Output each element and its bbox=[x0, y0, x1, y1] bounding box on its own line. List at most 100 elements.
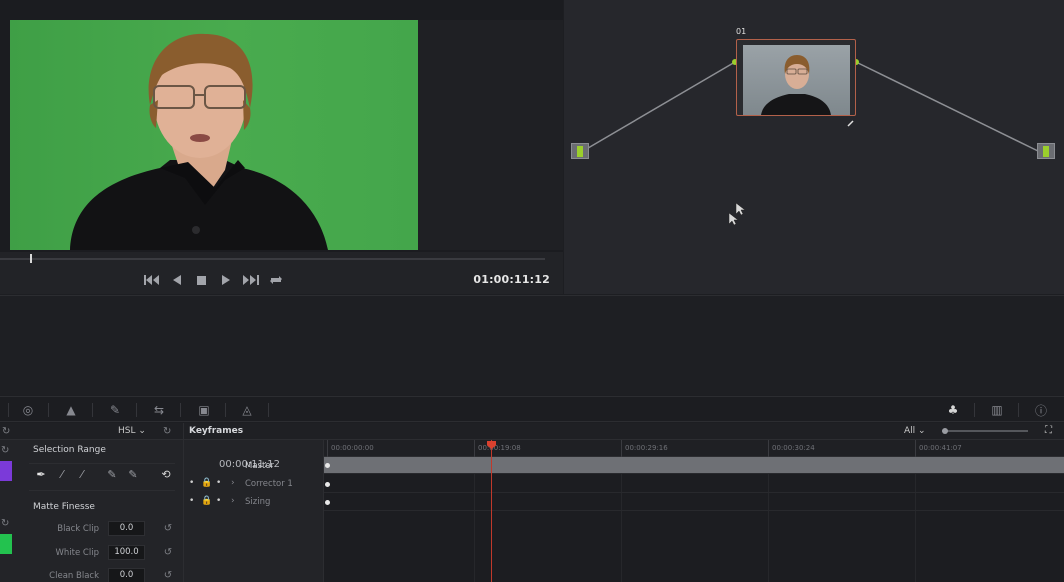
scrub-bar[interactable] bbox=[0, 258, 545, 260]
qualifier-mode-select[interactable]: HSL ⌄ bbox=[118, 426, 146, 436]
track-name: Corrector 1 bbox=[245, 479, 293, 489]
white-clip-field[interactable]: 100.0 bbox=[108, 545, 145, 560]
lock-icon[interactable]: 🔒 bbox=[201, 496, 212, 506]
wand-icon[interactable]: ✎ bbox=[106, 401, 124, 419]
reset-icon[interactable]: ↺ bbox=[162, 523, 174, 535]
lock-icon[interactable]: 🔒 bbox=[201, 478, 212, 488]
toolbar-divider bbox=[136, 403, 137, 417]
ruler-label: 00:00:41:07 bbox=[919, 444, 962, 452]
stop-button[interactable] bbox=[192, 272, 210, 288]
reset-icon[interactable]: ↻ bbox=[1, 445, 9, 456]
toolbar-divider bbox=[1018, 403, 1019, 417]
selection-range-title: Selection Range bbox=[33, 445, 106, 455]
master-track-bar[interactable] bbox=[324, 457, 1064, 474]
circle-icon[interactable]: ◎ bbox=[19, 401, 37, 419]
scope-icon[interactable]: ▥ bbox=[988, 401, 1006, 419]
picker-toolbar bbox=[29, 463, 175, 491]
node-thumbnail bbox=[743, 45, 850, 115]
feather-plus-icon[interactable]: ✎ bbox=[125, 467, 141, 483]
keyframe-filter-select[interactable]: All ⌄ bbox=[904, 426, 926, 436]
track-row-corrector-1[interactable]: • 🔒 • › Corrector 1 bbox=[184, 475, 323, 493]
viewer-panel: 01:00:11:12 bbox=[0, 0, 563, 294]
keyframe-marker[interactable] bbox=[325, 482, 330, 487]
keyframe-filter-label: All bbox=[904, 426, 916, 436]
keyframe-timeline[interactable]: 00:00:00:00 00:00:19:08 00:00:29:16 00:0… bbox=[323, 440, 1064, 582]
node-number: 01 bbox=[736, 27, 747, 36]
color-swatch-bottom[interactable] bbox=[0, 534, 12, 554]
skip-to-start-button[interactable] bbox=[142, 272, 160, 288]
play-reverse-button[interactable] bbox=[168, 272, 186, 288]
toolbar-divider bbox=[268, 403, 269, 417]
reset-icon[interactable]: ↺ bbox=[162, 570, 174, 582]
dot-icon: • bbox=[189, 496, 195, 506]
viewer-timecode: 01:00:11:12 bbox=[473, 273, 550, 286]
qualifier-reset-icon[interactable]: ↻ bbox=[163, 426, 171, 437]
track-row-master[interactable]: Master bbox=[184, 457, 323, 475]
output-port[interactable] bbox=[1037, 143, 1055, 159]
corrector-node[interactable] bbox=[736, 39, 856, 116]
loop-button[interactable] bbox=[267, 272, 285, 288]
keyframe-marker[interactable] bbox=[325, 463, 330, 468]
toolbar-divider bbox=[8, 403, 9, 417]
track-name: Master bbox=[245, 461, 275, 471]
corrector-1-track[interactable] bbox=[324, 475, 1064, 493]
play-button[interactable] bbox=[217, 272, 235, 288]
feather-minus-icon[interactable]: ✎ bbox=[104, 467, 120, 483]
reset-icon[interactable]: ↻ bbox=[1, 518, 9, 529]
reset-icon[interactable]: ↺ bbox=[162, 547, 174, 559]
info-icon[interactable]: ⓘ bbox=[1032, 401, 1050, 419]
source-input-port[interactable] bbox=[571, 143, 589, 159]
keyframe-icon[interactable]: ♣ bbox=[944, 401, 962, 419]
stop-icon bbox=[196, 275, 206, 285]
skip-to-end-button[interactable] bbox=[242, 272, 260, 288]
empty-panel bbox=[0, 295, 1064, 395]
keyframe-marker[interactable] bbox=[325, 500, 330, 505]
keyframe-zoom-handle[interactable] bbox=[942, 428, 948, 434]
dot-icon: • bbox=[216, 496, 222, 506]
video-frame[interactable] bbox=[10, 20, 418, 250]
node-editor[interactable]: 01 bbox=[564, 0, 1064, 294]
track-name: Sizing bbox=[245, 497, 271, 507]
timeline-ruler[interactable]: 00:00:00:00 00:00:19:08 00:00:29:16 00:0… bbox=[324, 440, 1064, 457]
keyframes-title: Keyframes bbox=[189, 426, 244, 436]
eyedropper-plus-icon[interactable]: ⁄ bbox=[74, 467, 90, 483]
clean-black-field[interactable]: 0.0 bbox=[108, 568, 145, 582]
presenter-image bbox=[70, 33, 328, 250]
color-warper-icon[interactable]: ▲ bbox=[62, 401, 80, 419]
keyframe-zoom-slider[interactable] bbox=[942, 430, 1028, 432]
3d-icon[interactable]: ▣ bbox=[195, 401, 213, 419]
qualifier-header: ↻ HSL ⌄ ↻ bbox=[0, 423, 183, 440]
keyframes-panel: Keyframes All ⌄ ⛶ 00:00:11:12 Master • 🔒… bbox=[183, 423, 1064, 582]
black-clip-label: Black Clip bbox=[57, 524, 99, 534]
tracker-icon[interactable]: ⇆ bbox=[150, 401, 168, 419]
scrub-handle[interactable] bbox=[30, 254, 32, 263]
dot-icon: • bbox=[216, 478, 222, 488]
sizing-icon[interactable]: ◬ bbox=[238, 401, 256, 419]
ruler-label: 00:00:19:08 bbox=[478, 444, 521, 452]
toolbar-divider bbox=[48, 403, 49, 417]
ruler-label: 00:00:30:24 bbox=[772, 444, 815, 452]
color-swatch-top[interactable] bbox=[0, 461, 12, 481]
chevron-down-icon: ⌄ bbox=[138, 426, 146, 436]
invert-icon[interactable]: ⟲ bbox=[158, 467, 174, 483]
chevron-right-icon[interactable]: › bbox=[231, 496, 235, 506]
chevron-right-icon[interactable]: › bbox=[231, 478, 235, 488]
loop-icon bbox=[270, 276, 282, 284]
qualifier-mode-label: HSL bbox=[118, 426, 136, 436]
clean-black-label: Clean Black bbox=[49, 571, 99, 581]
black-clip-field[interactable]: 0.0 bbox=[108, 521, 145, 536]
playhead[interactable] bbox=[491, 440, 492, 582]
eyedropper-minus-icon[interactable]: ⁄ bbox=[54, 467, 70, 483]
eyedropper-icon[interactable]: ✒ bbox=[33, 467, 49, 483]
skip-to-end-icon bbox=[243, 275, 259, 285]
sizing-track[interactable] bbox=[324, 493, 1064, 511]
keyframe-track-names: 00:00:11:12 Master • 🔒 • › Corrector 1 •… bbox=[184, 440, 323, 582]
reset-icon[interactable]: ↻ bbox=[2, 426, 10, 437]
expand-icon[interactable]: ⛶ bbox=[1045, 425, 1052, 436]
toolbar-divider bbox=[225, 403, 226, 417]
toolbar-divider bbox=[974, 403, 975, 417]
track-row-sizing[interactable]: • 🔒 • › Sizing bbox=[184, 493, 323, 511]
matte-finesse-title: Matte Finesse bbox=[33, 502, 95, 512]
toolbar-divider bbox=[180, 403, 181, 417]
qualifier-panel: ↻ HSL ⌄ ↻ ↻ ↻ Selection Range Matte Fine… bbox=[0, 423, 183, 582]
